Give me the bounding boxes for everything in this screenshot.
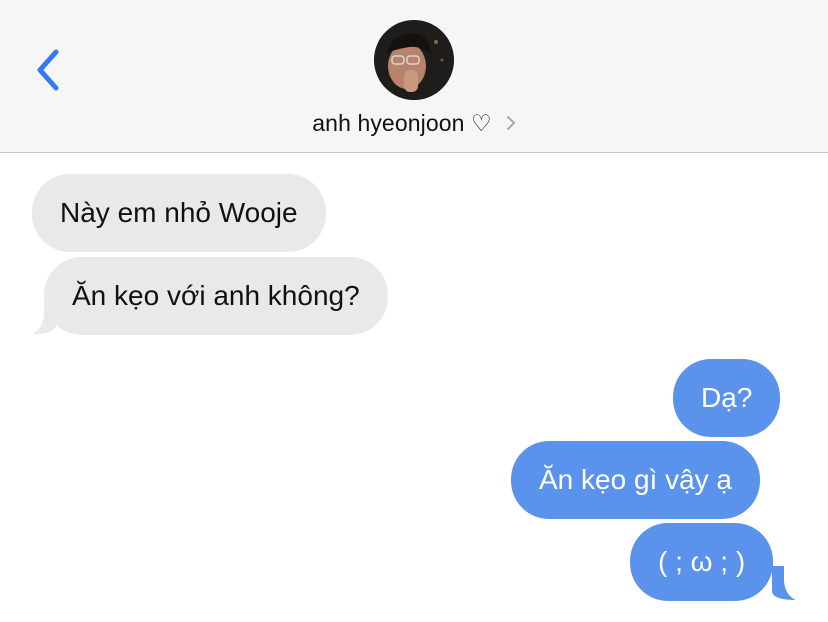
incoming-message[interactable]: Ăn kẹo với anh không? <box>44 257 388 335</box>
conversation-header: anh hyeonjoon ♡ <box>0 0 828 153</box>
contact-name-button[interactable]: anh hyeonjoon ♡ <box>0 106 828 140</box>
chevron-left-icon <box>37 49 59 91</box>
contact-name: anh hyeonjoon ♡ <box>312 109 492 136</box>
chevron-right-icon <box>506 116 515 130</box>
message-text: Ăn kẹo gì vậy ạ <box>539 464 733 495</box>
message-text: ( ; ω ; ) <box>658 546 746 577</box>
avatar[interactable] <box>374 20 454 100</box>
avatar-photo <box>374 20 454 100</box>
outgoing-bubble-tail <box>772 566 796 600</box>
outgoing-message[interactable]: Dạ? <box>673 359 781 437</box>
message-text: Ăn kẹo với anh không? <box>72 280 360 311</box>
outgoing-message[interactable]: ( ; ω ; ) <box>630 523 774 601</box>
incoming-message[interactable]: Này em nhỏ Wooje <box>32 174 326 252</box>
message-text: Này em nhỏ Wooje <box>60 197 298 228</box>
outgoing-message[interactable]: Ăn kẹo gì vậy ạ <box>511 441 761 519</box>
message-text: Dạ? <box>701 382 753 413</box>
back-button[interactable] <box>28 44 68 96</box>
